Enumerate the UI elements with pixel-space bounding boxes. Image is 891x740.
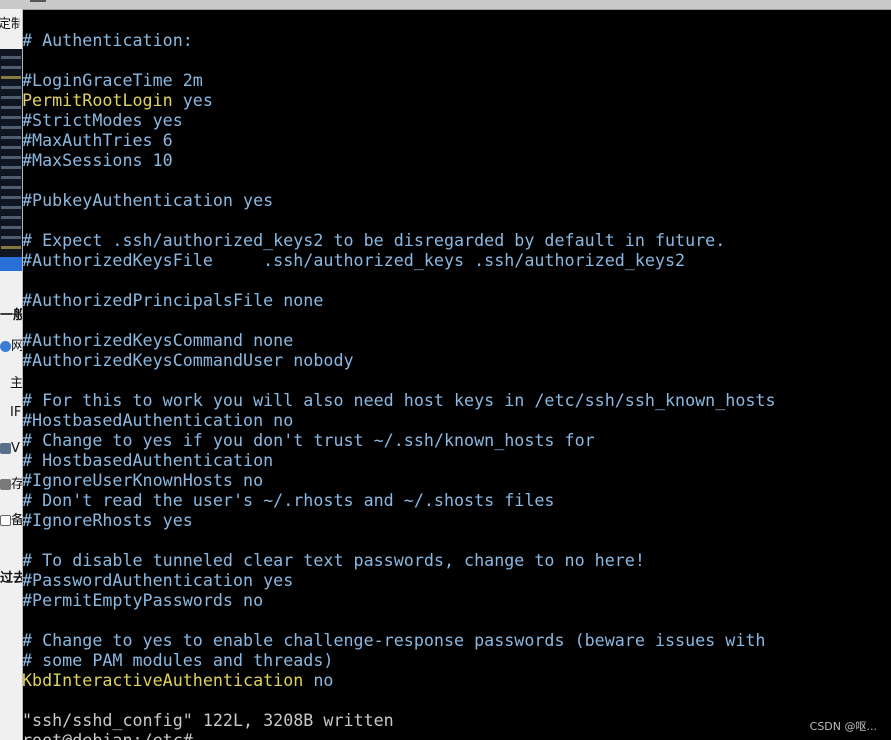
terminal-line: # Change to yes to enable challenge-resp… — [22, 630, 766, 650]
terminal-line: #StrictModes yes — [22, 110, 183, 130]
terminal-line: "ssh/sshd_config" 122L, 3208B written — [22, 710, 394, 730]
panel-item-v[interactable]: V — [0, 441, 22, 456]
terminal-line: # some PAM modules and threads) — [22, 650, 334, 670]
terminal-line: #MaxSessions 10 — [22, 150, 173, 170]
terminal-line: #PasswordAuthentication yes — [22, 570, 294, 590]
panel-item-storage-label: 存 — [11, 477, 22, 492]
window-top-bar — [0, 0, 891, 10]
terminal-line: #MaxAuthTries 6 — [22, 130, 173, 150]
terminal-line: # Expect .ssh/authorized_keys2 to be dis… — [22, 230, 726, 250]
terminal-line: # To disable tunneled clear text passwor… — [22, 550, 645, 570]
config-key: PermitRootLogin — [22, 90, 173, 110]
panel-item-backup-label: 备 — [11, 513, 22, 528]
terminal-line: KbdInteractiveAuthentication no — [22, 670, 891, 690]
watermark: CSDN @呕... — [809, 720, 877, 733]
document-icon — [0, 515, 11, 526]
panel-item-v-label: V — [11, 441, 20, 456]
terminal-thumbnail[interactable] — [0, 49, 22, 271]
terminal-line: #PermitEmptyPasswords no — [22, 590, 264, 610]
terminal-line: # Change to yes if you don't trust ~/.ss… — [22, 430, 595, 450]
panel-item-network[interactable]: 网 — [0, 335, 22, 354]
terminal-line: PermitRootLogin yes — [22, 90, 891, 110]
panel-item-host[interactable]: 主 — [0, 372, 22, 391]
terminal-line: #IgnoreUserKnownHosts no — [22, 470, 264, 490]
terminal-line: #PubkeyAuthentication yes — [22, 190, 274, 210]
terminal-line: #HostbasedAuthentication no — [22, 410, 294, 430]
config-key: KbdInteractiveAuthentication — [22, 670, 304, 690]
panel-top-label: 定制 — [0, 13, 20, 32]
network-icon — [0, 341, 11, 352]
terminal-line: #AuthorizedKeysFile .ssh/authorized_keys… — [22, 250, 686, 270]
terminal-line: # For this to work you will also need ho… — [22, 390, 776, 410]
panel-section-past: 过去 — [0, 571, 22, 586]
panel-section-general: 一般 — [0, 308, 22, 323]
terminal-line: # Don't read the user's ~/.rhosts and ~/… — [22, 490, 555, 510]
terminal-line: #LoginGraceTime 2m — [22, 70, 203, 90]
storage-icon — [0, 479, 11, 490]
terminal-line: root@debian:/etc# — [22, 730, 193, 740]
terminal-line: #IgnoreRhosts yes — [22, 510, 193, 530]
terminal-line: #AuthorizedKeysCommand none — [22, 330, 294, 350]
panel-item-network-label: 网 — [11, 339, 22, 354]
panel-item-storage[interactable]: 存 — [0, 473, 22, 492]
terminal-output[interactable]: # Authentication: #LoginGraceTime 2m Permi… — [22, 30, 891, 740]
terminal-line: # HostbasedAuthentication — [22, 450, 274, 470]
terminal-line: #AuthorizedPrincipalsFile none — [22, 290, 324, 310]
terminal-line: # Authentication: — [22, 30, 193, 50]
vm-icon — [0, 443, 11, 454]
panel-item-ip[interactable]: IF — [0, 405, 22, 420]
left-app-panel: 定制 一般 网 主 IF V 存 备 过去 — [0, 9, 23, 740]
thumbnail-selection-highlight — [0, 257, 22, 271]
config-value: yes — [172, 90, 213, 110]
title-bar-marker — [30, 0, 46, 2]
terminal-line: #AuthorizedKeysCommandUser nobody — [22, 350, 354, 370]
panel-item-backup[interactable]: 备 — [0, 509, 22, 528]
config-value: no — [303, 670, 334, 690]
